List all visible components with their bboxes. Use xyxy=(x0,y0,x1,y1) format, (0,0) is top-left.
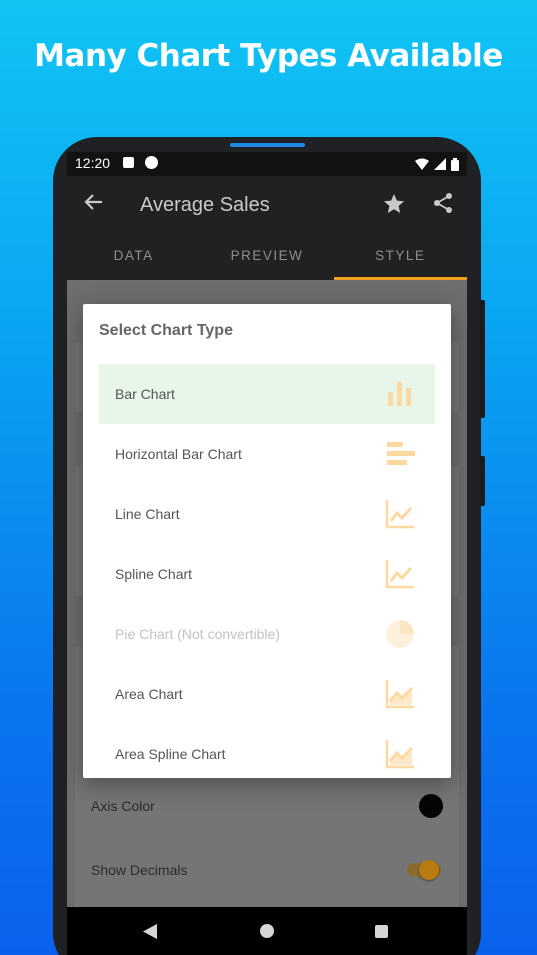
spline-chart-icon xyxy=(385,560,414,589)
option-label: Pie Chart (Not convertible) xyxy=(115,626,280,642)
axis-color-label: Axis Color xyxy=(91,798,155,814)
tab-preview[interactable]: PREVIEW xyxy=(200,232,333,280)
select-chart-type-dialog: Select Chart Type Bar Chart Horizontal B… xyxy=(83,304,451,778)
option-label: Horizontal Bar Chart xyxy=(115,446,242,462)
headline: Many Chart Types Available xyxy=(34,38,503,74)
notification-a-icon xyxy=(123,157,134,168)
battery-icon xyxy=(451,157,459,171)
wifi-icon xyxy=(415,158,429,170)
pie-chart-icon xyxy=(386,620,414,648)
app-bar: Average Sales xyxy=(67,176,467,232)
nav-home-icon[interactable] xyxy=(260,924,274,938)
option-spline-chart[interactable]: Spline Chart xyxy=(99,544,435,604)
bar-chart-icon xyxy=(388,382,411,406)
tab-bar: DATA PREVIEW STYLE xyxy=(67,232,467,280)
option-label: Spline Chart xyxy=(115,566,193,582)
show-decimals-toggle[interactable] xyxy=(419,860,439,880)
signal-icon xyxy=(434,158,446,170)
volume-button xyxy=(480,300,485,418)
option-label: Line Chart xyxy=(115,506,180,522)
phone-speaker xyxy=(230,143,305,147)
tab-data[interactable]: DATA xyxy=(67,232,200,280)
option-area-spline-chart[interactable]: Area Spline Chart xyxy=(99,724,435,778)
status-time: 12:20 xyxy=(75,155,111,171)
option-horizontal-bar-chart[interactable]: Horizontal Bar Chart xyxy=(99,424,435,484)
share-icon[interactable] xyxy=(431,191,455,215)
option-bar-chart[interactable]: Bar Chart xyxy=(99,364,435,424)
status-bar: 12:20 xyxy=(67,152,467,176)
option-label: Area Chart xyxy=(115,686,183,702)
star-icon[interactable] xyxy=(382,192,406,216)
status-icons xyxy=(415,157,459,171)
page-title: Average Sales xyxy=(140,194,270,216)
nav-recents-icon[interactable] xyxy=(375,925,388,938)
option-area-chart[interactable]: Area Chart xyxy=(99,664,435,724)
power-button xyxy=(480,456,485,506)
area-spline-chart-icon xyxy=(385,740,414,769)
tab-style[interactable]: STYLE xyxy=(333,232,467,280)
dialog-title: Select Chart Type xyxy=(99,322,233,339)
show-decimals-label: Show Decimals xyxy=(91,862,188,878)
notification-p-icon xyxy=(145,156,158,169)
horizontal-bar-chart-icon xyxy=(387,442,415,465)
line-chart-icon xyxy=(385,500,414,529)
option-label: Bar Chart xyxy=(115,386,175,402)
option-line-chart[interactable]: Line Chart xyxy=(99,484,435,544)
area-chart-icon xyxy=(385,680,414,709)
axis-color-swatch[interactable] xyxy=(419,794,443,818)
back-arrow-icon[interactable] xyxy=(84,192,104,212)
system-nav-bar xyxy=(67,907,467,955)
nav-back-icon[interactable] xyxy=(143,924,157,939)
option-pie-chart: Pie Chart (Not convertible) xyxy=(99,604,435,664)
option-label: Area Spline Chart xyxy=(115,746,226,762)
